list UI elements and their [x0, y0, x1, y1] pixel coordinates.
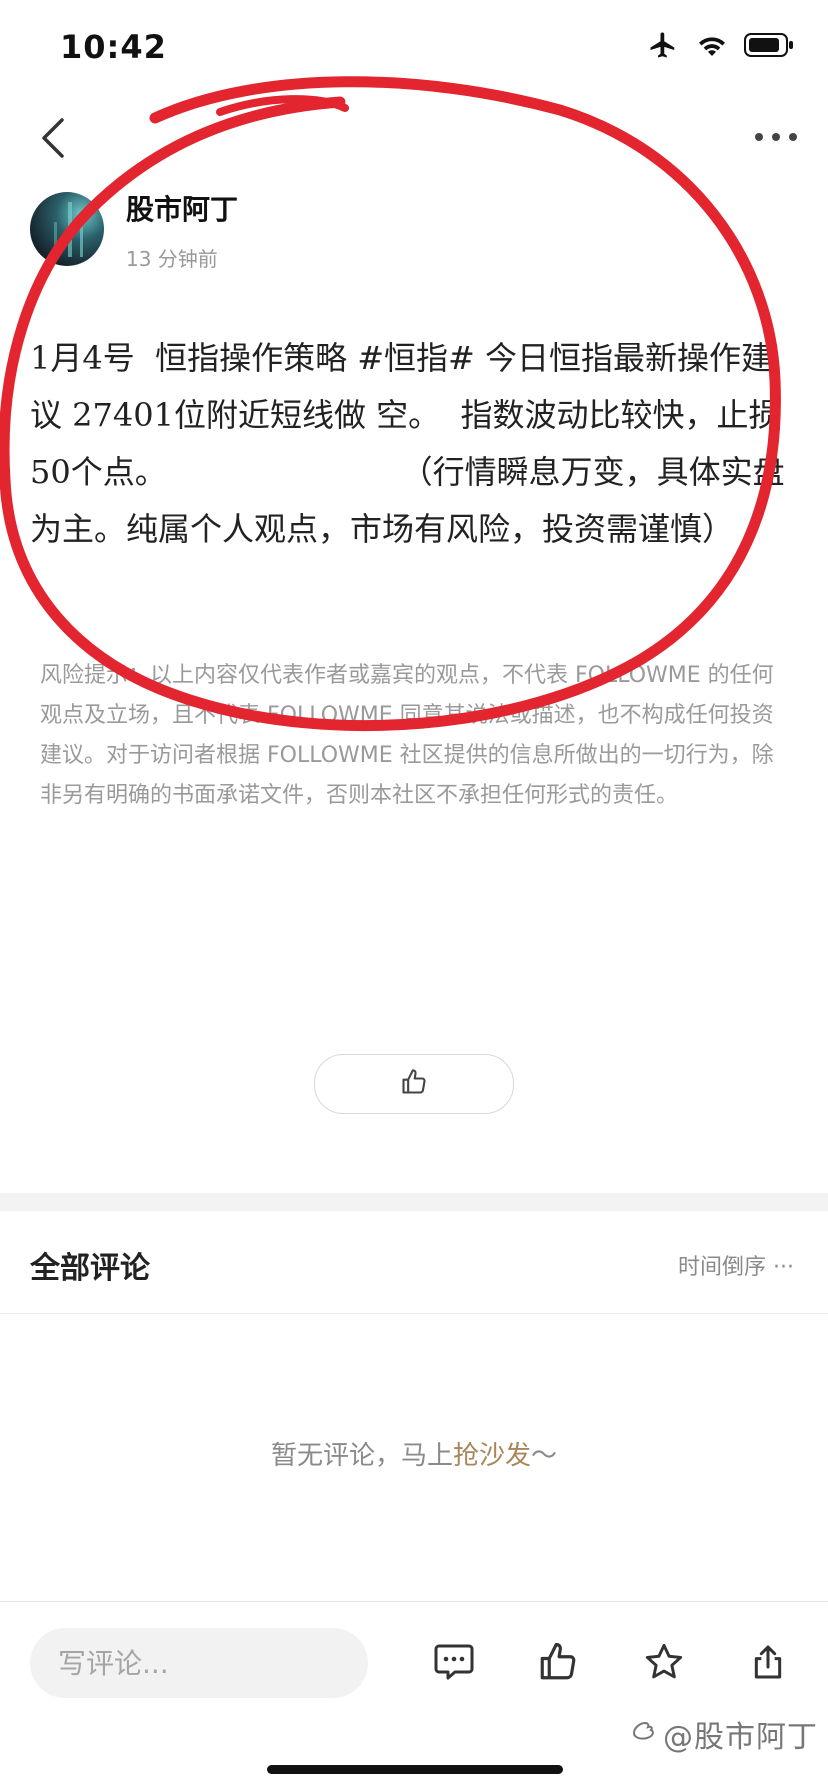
comments-title: 全部评论: [30, 1251, 150, 1286]
avatar-decoration: [54, 222, 57, 260]
star-icon: [643, 1641, 685, 1687]
bottom-bar-divider: [0, 1601, 828, 1602]
wifi-icon: [696, 32, 728, 62]
author-name[interactable]: 股市阿丁: [126, 188, 238, 228]
section-divider: [0, 1193, 828, 1211]
back-button[interactable]: [30, 110, 76, 170]
empty-prefix: 暂无评论，马上: [270, 1441, 453, 1471]
like-button[interactable]: [314, 1054, 514, 1114]
like-icon: [537, 1641, 579, 1687]
post-content: 1月4号 恒指操作策略 #恒指# 今日恒指最新操作建议 27401位附近短线做 …: [30, 339, 785, 548]
watermark: @股市阿丁: [629, 1712, 818, 1756]
bottom-like-button[interactable]: [530, 1636, 586, 1692]
empty-suffix: ～: [531, 1441, 558, 1471]
comments-divider: [0, 1313, 828, 1314]
avatar-decoration: [68, 202, 72, 257]
comment-input[interactable]: [30, 1628, 368, 1698]
share-icon: [748, 1641, 788, 1687]
status-icons: [646, 30, 794, 64]
share-button[interactable]: [740, 1636, 796, 1692]
empty-comments-message: 暂无评论，马上抢沙发～: [0, 1435, 828, 1472]
comment-icon: [433, 1642, 475, 1686]
weibo-icon: [629, 1715, 659, 1753]
more-dots-icon: [754, 127, 798, 146]
comment-button[interactable]: [426, 1636, 482, 1692]
risk-disclaimer: 风险提示：以上内容仅代表作者或嘉宾的观点，不代表 FOLLOWME 的任何观点及…: [40, 663, 774, 808]
red-circle-annotation: [0, 76, 781, 732]
airplane-icon: [646, 30, 680, 64]
sort-order-button[interactable]: 时间倒序 ···: [678, 1249, 794, 1281]
post-timestamp: 13 分钟前: [126, 247, 218, 271]
watermark-text: @股市阿丁: [663, 1720, 818, 1755]
more-button[interactable]: [748, 116, 804, 156]
home-indicator: [267, 1765, 563, 1774]
status-time: 10:42: [60, 28, 167, 66]
chevron-left-icon: [38, 116, 68, 164]
first-comment-link[interactable]: 抢沙发: [453, 1441, 531, 1471]
author-avatar[interactable]: [30, 192, 104, 266]
battery-icon: [744, 32, 794, 62]
favorite-button[interactable]: [636, 1636, 692, 1692]
thumbs-up-icon: [400, 1068, 428, 1100]
avatar-decoration: [80, 212, 83, 257]
